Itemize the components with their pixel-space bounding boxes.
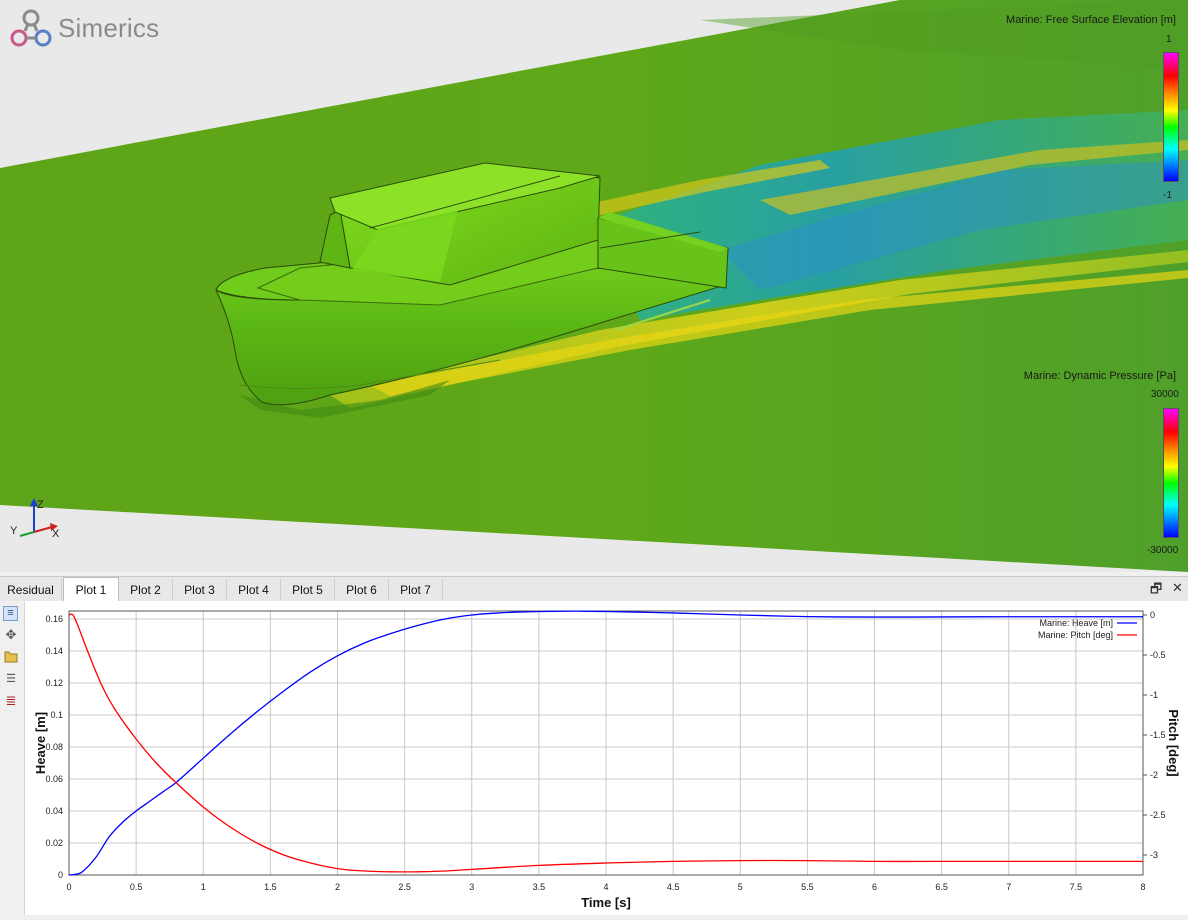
y-tick-label: 0.02 [45, 838, 63, 848]
close-panel-icon[interactable]: ✕ [1172, 580, 1183, 596]
y-axis-label: Heave [m] [33, 712, 48, 774]
y-tick-label: 0.06 [45, 774, 63, 784]
x-tick-label: 4.5 [667, 882, 680, 892]
x-tick-label: 7 [1006, 882, 1011, 892]
y2-tick-label: -0.5 [1150, 650, 1166, 660]
y-tick-label: 0.16 [45, 614, 63, 624]
axis-triad-icon: Z Y X [10, 498, 60, 540]
plot-tab-bar: Residual Plot 1 Plot 2 Plot 3 Plot 4 Plo… [0, 576, 1188, 602]
legend-free-surface-colorbar [1163, 52, 1179, 182]
x-tick-label: 0.5 [130, 882, 143, 892]
legend-pitch-label: Marine: Pitch [deg] [1038, 630, 1113, 640]
lines-icon[interactable]: ≣ [3, 693, 19, 709]
y-tick-label: 0.12 [45, 678, 63, 688]
tab-plot-4[interactable]: Plot 4 [227, 579, 281, 600]
heave-pitch-chart: 0 0.5 1 1.5 2 2.5 3 3.5 4 4.5 5 5.5 6 6.5 7 7.5 8 0 0.02 0… [33, 610, 1181, 910]
y2-tick-label: -2.5 [1150, 810, 1166, 820]
restore-window-icon[interactable]: 🗗 [1150, 580, 1162, 602]
x-axis-label: Time [s] [581, 895, 631, 910]
y-tick-label: 0 [58, 870, 63, 880]
x-tick-label: 6 [872, 882, 877, 892]
x-tick-label: 1 [201, 882, 206, 892]
3d-viewport[interactable]: Simerics Marine: Free Surface Elevation … [0, 0, 1188, 572]
tab-plot-1[interactable]: Plot 1 [63, 577, 119, 601]
legend-pressure-colorbar [1163, 408, 1179, 538]
x-tick-label: 6.5 [935, 882, 948, 892]
y2-tick-label: 0 [1150, 610, 1155, 620]
hull-simulation-render [0, 0, 1188, 572]
legend-free-surface-min: -1 [1163, 190, 1172, 201]
triad-y-label: Y [10, 525, 18, 537]
y2-axis-label: Pitch [deg] [1166, 709, 1181, 776]
series-list-icon[interactable]: ☰ [3, 671, 19, 687]
plot-toolbar: ≡ ✥ ☰ ≣ [0, 601, 25, 915]
tab-plot-5[interactable]: Plot 5 [281, 579, 335, 600]
x-tick-label: 3 [469, 882, 474, 892]
y2-tick-label: -1.5 [1150, 730, 1166, 740]
x-tick-label: 8 [1140, 882, 1145, 892]
tab-residual[interactable]: Residual [0, 579, 62, 600]
x-tick-label: 7.5 [1070, 882, 1083, 892]
legend-heave-label: Marine: Heave [m] [1039, 618, 1113, 628]
legend-pressure-title: Marine: Dynamic Pressure [Pa] [1023, 370, 1176, 382]
legend-free-surface-max: 1 [1166, 34, 1172, 45]
simerics-logo: Simerics [10, 8, 159, 48]
legend-pressure-min: -30000 [1147, 545, 1179, 556]
x-tick-label: 2.5 [398, 882, 411, 892]
x-tick-label: 0 [66, 882, 71, 892]
tab-plot-3[interactable]: Plot 3 [173, 579, 227, 600]
x-tick-label: 5 [738, 882, 743, 892]
x-tick-label: 1.5 [264, 882, 277, 892]
tab-plot-6[interactable]: Plot 6 [335, 579, 389, 600]
y-tick-label: 0.08 [45, 742, 63, 752]
simerics-logo-icon [10, 9, 52, 47]
move-icon[interactable]: ✥ [3, 627, 19, 643]
folder-icon[interactable] [3, 649, 19, 665]
y-tick-label: 0.1 [50, 710, 63, 720]
plot-area[interactable]: 0 0.5 1 1.5 2 2.5 3 3.5 4 4.5 5 5.5 6 6.5 7 7.5 8 0 0.02 0… [25, 601, 1188, 915]
tab-plot-2[interactable]: Plot 2 [119, 579, 173, 600]
y2-tick-label: -2 [1150, 770, 1158, 780]
y-tick-label: 0.14 [45, 646, 63, 656]
x-tick-label: 3.5 [533, 882, 546, 892]
triad-z-label: Z [37, 499, 44, 511]
tab-plot-7[interactable]: Plot 7 [389, 579, 443, 600]
y2-tick-label: -1 [1150, 690, 1158, 700]
x-tick-label: 4 [603, 882, 608, 892]
y-tick-label: 0.04 [45, 806, 63, 816]
y2-tick-label: -3 [1150, 850, 1158, 860]
x-tick-label: 2 [335, 882, 340, 892]
chart-legend: Marine: Heave [m] Marine: Pitch [deg] [1038, 618, 1137, 640]
triad-x-label: X [52, 528, 60, 540]
x-tick-label: 5.5 [801, 882, 814, 892]
list-icon[interactable]: ≡ [3, 606, 18, 621]
brand-name: Simerics [58, 12, 160, 43]
legend-pressure-max: 30000 [1151, 389, 1179, 400]
legend-free-surface-title: Marine: Free Surface Elevation [m] [1006, 14, 1176, 26]
